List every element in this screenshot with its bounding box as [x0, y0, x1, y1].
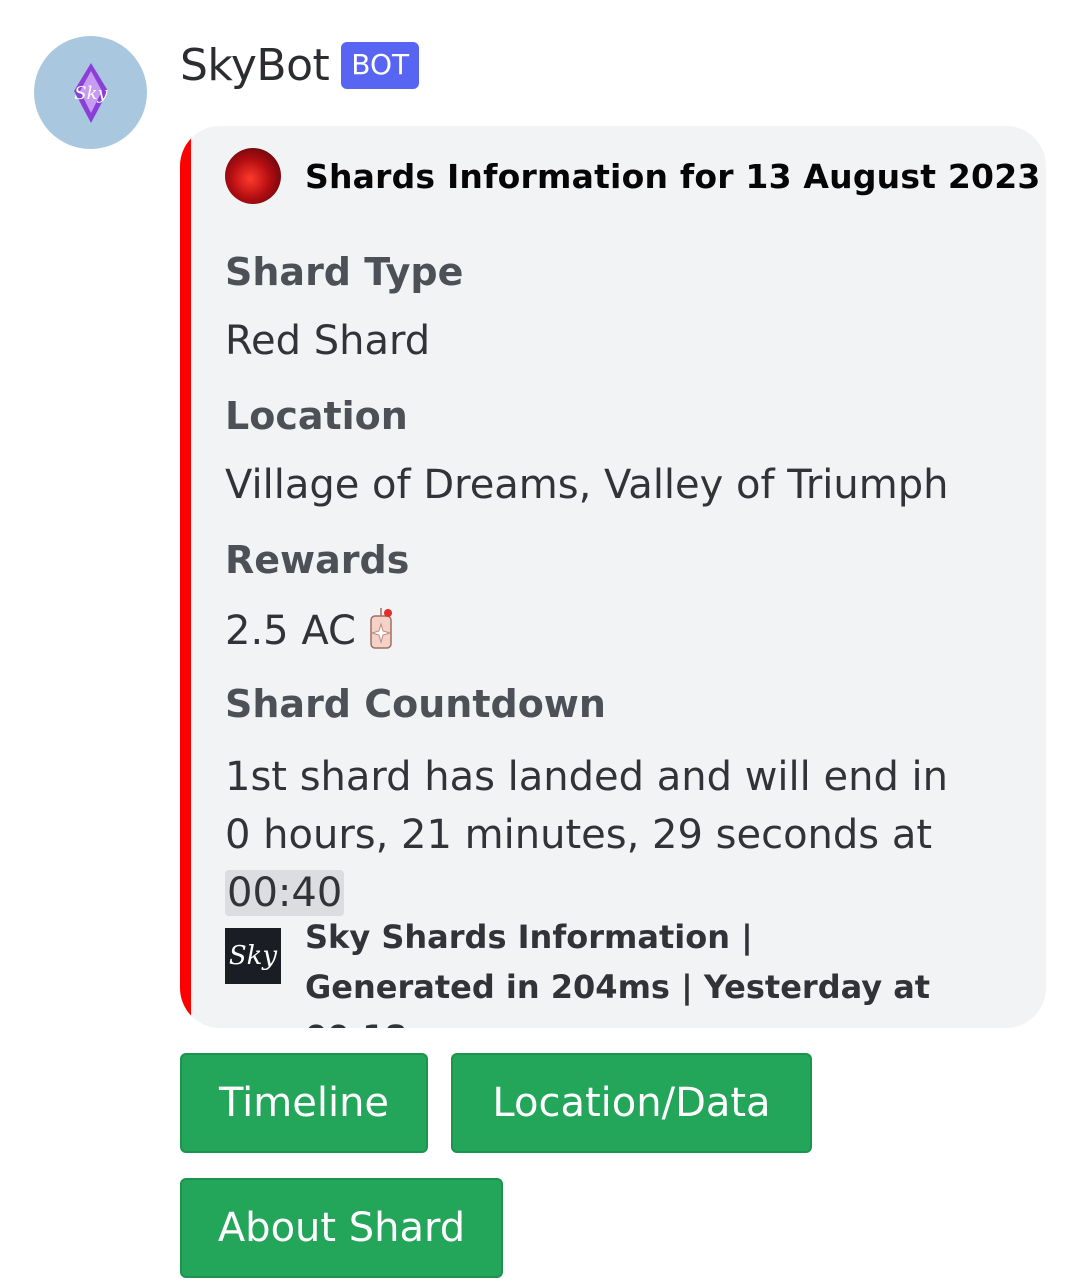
- bot-badge: BOT: [341, 42, 420, 89]
- field-value-rewards: 2.5 AC: [225, 606, 396, 660]
- timeline-button[interactable]: Timeline: [180, 1053, 428, 1153]
- field-value-location: Village of Dreams, Valley of Triumph: [225, 462, 949, 508]
- countdown-timestamp[interactable]: 00:40: [225, 870, 345, 916]
- location-data-button[interactable]: Location/Data: [451, 1053, 812, 1153]
- field-value-shard-countdown: 1st shard has landed and will end in 0 h…: [225, 748, 985, 922]
- embed-accent-bar: [180, 126, 191, 1028]
- discord-message: Sky SkyBot BOT Shards Information for 13…: [0, 0, 1080, 1282]
- embed-footer: Sky Sky Shards Information | Generated i…: [225, 912, 945, 1028]
- shard-embed: Shards Information for 13 August 2023 Sh…: [180, 126, 1046, 1028]
- embed-author: Shards Information for 13 August 2023: [225, 148, 1041, 204]
- about-shard-button[interactable]: About Shard: [180, 1178, 503, 1278]
- message-header: SkyBot BOT: [180, 40, 420, 91]
- countdown-text: 1st shard has landed and will end in 0 h…: [225, 754, 949, 858]
- red-shard-icon: [225, 148, 281, 204]
- field-name-location: Location: [225, 394, 408, 438]
- field-name-rewards: Rewards: [225, 538, 410, 582]
- rewards-amount: 2.5 AC: [225, 608, 356, 654]
- field-name-shard-type: Shard Type: [225, 250, 464, 294]
- sky-logo-icon: Sky: [225, 928, 281, 984]
- footer-icon-text: Sky: [228, 941, 278, 971]
- sky-logo-icon: Sky: [73, 62, 108, 123]
- field-value-shard-type: Red Shard: [225, 318, 431, 364]
- svg-text:Sky: Sky: [74, 83, 108, 104]
- bot-username[interactable]: SkyBot: [180, 40, 330, 91]
- ascended-candle-icon: [366, 606, 396, 660]
- field-name-shard-countdown: Shard Countdown: [225, 682, 606, 726]
- bot-avatar[interactable]: Sky: [34, 36, 147, 149]
- embed-author-name: Shards Information for 13 August 2023: [305, 156, 1041, 196]
- embed-footer-text: Sky Shards Information | Generated in 20…: [305, 918, 931, 1028]
